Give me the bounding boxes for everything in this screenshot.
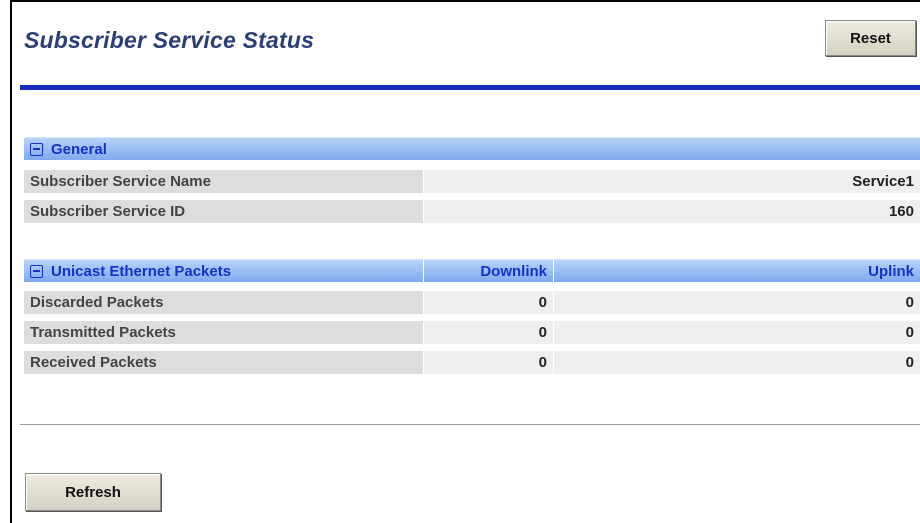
- unicast-header-label: Unicast Ethernet Packets: [51, 262, 232, 280]
- downlink-value: 0: [424, 351, 554, 374]
- row-label: Received Packets: [24, 351, 424, 374]
- collapse-icon[interactable]: [30, 264, 43, 278]
- page-title: Subscriber Service Status: [24, 27, 315, 53]
- row-value: Service1: [424, 170, 920, 193]
- table-row: Transmitted Packets 0 0: [24, 321, 920, 344]
- uplink-column-header: Uplink: [554, 259, 920, 282]
- unicast-header-cell[interactable]: Unicast Ethernet Packets: [24, 259, 424, 282]
- footer-divider: [20, 424, 920, 425]
- refresh-button[interactable]: Refresh: [25, 473, 161, 511]
- table-row: Subscriber Service ID 160: [24, 200, 920, 223]
- unicast-section-header: Unicast Ethernet Packets Downlink Uplink: [24, 259, 920, 282]
- uplink-value: 0: [554, 351, 920, 374]
- title-divider: [20, 85, 920, 90]
- uplink-value: 0: [554, 321, 920, 344]
- row-value: 160: [424, 200, 920, 223]
- row-label: Transmitted Packets: [24, 321, 424, 344]
- table-row: Subscriber Service Name Service1: [24, 170, 920, 193]
- general-section-header[interactable]: General: [24, 137, 920, 160]
- downlink-value: 0: [424, 321, 554, 344]
- row-label: Subscriber Service ID: [24, 200, 424, 223]
- uplink-value: 0: [554, 291, 920, 314]
- downlink-column-header: Downlink: [424, 259, 554, 282]
- table-row: Discarded Packets 0 0: [24, 291, 920, 314]
- row-label: Discarded Packets: [24, 291, 424, 314]
- row-label: Subscriber Service Name: [24, 170, 424, 193]
- general-header-label: General: [51, 140, 107, 158]
- downlink-value: 0: [424, 291, 554, 314]
- table-row: Received Packets 0 0: [24, 351, 920, 374]
- reset-button[interactable]: Reset: [825, 20, 916, 56]
- general-header-cell[interactable]: General: [24, 137, 920, 160]
- collapse-icon[interactable]: [30, 142, 43, 156]
